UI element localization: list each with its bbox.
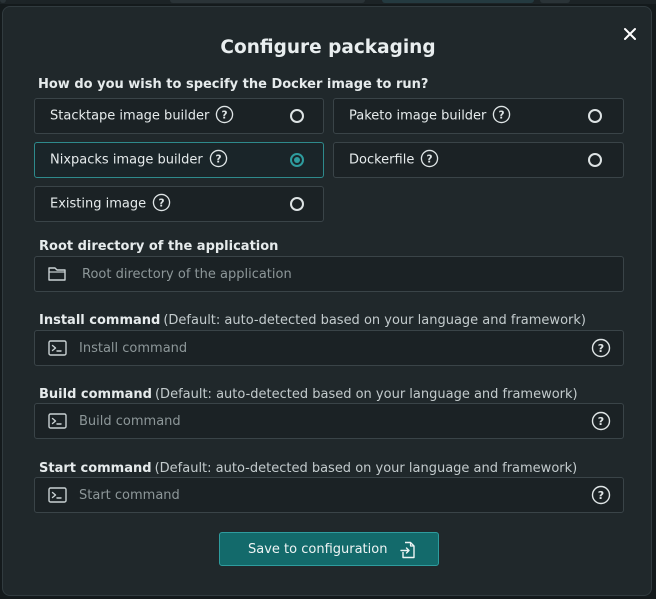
option-label: Existing image — [50, 196, 147, 212]
help-icon[interactable]: ? — [420, 149, 439, 168]
help-icon[interactable]: ? — [492, 105, 511, 124]
option-stacktape-image-builder[interactable]: Stacktape image builder? — [34, 98, 324, 134]
svg-text:?: ? — [159, 197, 165, 209]
option-nixpacks-image-builder[interactable]: Nixpacks image builder? — [34, 142, 324, 178]
svg-text:?: ? — [598, 342, 604, 355]
start-command-input[interactable] — [79, 486, 579, 504]
terminal-icon — [48, 340, 67, 356]
option-label: Paketo image builder — [349, 108, 487, 124]
help-icon[interactable]: ? — [215, 105, 234, 124]
svg-text:?: ? — [427, 153, 433, 165]
svg-text:?: ? — [215, 153, 221, 165]
folder-icon — [48, 267, 66, 281]
build-command-label-text: Build command — [39, 387, 152, 402]
start-command-label-text: Start command — [39, 461, 152, 476]
save-to-configuration-button[interactable]: Save to configuration — [219, 532, 439, 566]
option-paketo-image-builder[interactable]: Paketo image builder? — [333, 98, 624, 134]
install-command-field[interactable]: ? — [34, 330, 624, 366]
build-command-label: Build command (Default: auto-detected bas… — [39, 387, 578, 402]
option-label: Dockerfile — [349, 152, 415, 168]
svg-text:?: ? — [499, 109, 505, 121]
help-icon[interactable]: ? — [591, 485, 611, 505]
radio-button[interactable] — [588, 109, 602, 123]
option-dockerfile[interactable]: Dockerfile? — [333, 142, 624, 178]
background-top-strip — [0, 0, 656, 4]
root-directory-input[interactable] — [82, 265, 602, 283]
terminal-icon — [48, 487, 67, 503]
svg-text:?: ? — [598, 489, 604, 502]
option-label: Stacktape image builder — [50, 108, 210, 124]
radio-button-selected[interactable] — [290, 153, 304, 167]
start-command-label: Start command (Default: auto-detected bas… — [39, 461, 577, 476]
install-command-hint: (Default: auto-detected based on your la… — [163, 313, 586, 328]
terminal-icon — [48, 413, 67, 429]
install-command-label: Install command (Default: auto-detected b… — [39, 313, 586, 328]
save-button-label: Save to configuration — [248, 542, 388, 557]
radio-button[interactable] — [588, 153, 602, 167]
install-command-label-text: Install command — [39, 313, 161, 328]
help-icon[interactable]: ? — [591, 411, 611, 431]
svg-text:?: ? — [222, 109, 228, 121]
configure-packaging-dialog: Configure packaging How do you wish to s… — [2, 6, 652, 596]
dialog-title: Configure packaging — [220, 37, 436, 58]
build-command-input[interactable] — [79, 412, 579, 430]
svg-text:?: ? — [598, 415, 604, 428]
build-command-field[interactable]: ? — [34, 403, 624, 439]
help-icon[interactable]: ? — [152, 193, 171, 212]
radio-button[interactable] — [290, 109, 304, 123]
build-command-hint: (Default: auto-detected based on your la… — [154, 387, 578, 402]
root-directory-field[interactable] — [34, 256, 624, 292]
start-command-field[interactable]: ? — [34, 477, 624, 513]
file-import-icon — [400, 541, 415, 559]
radio-button[interactable] — [290, 197, 304, 211]
option-label: Nixpacks image builder — [50, 152, 203, 168]
help-icon[interactable]: ? — [209, 149, 228, 168]
image-spec-question: How do you wish to specify the Docker im… — [38, 77, 429, 92]
option-existing-image[interactable]: Existing image? — [34, 186, 324, 222]
install-command-input[interactable] — [79, 339, 579, 357]
help-icon[interactable]: ? — [591, 338, 611, 358]
start-command-hint: (Default: auto-detected based on your la… — [154, 461, 578, 476]
root-directory-label: Root directory of the application — [39, 239, 279, 254]
